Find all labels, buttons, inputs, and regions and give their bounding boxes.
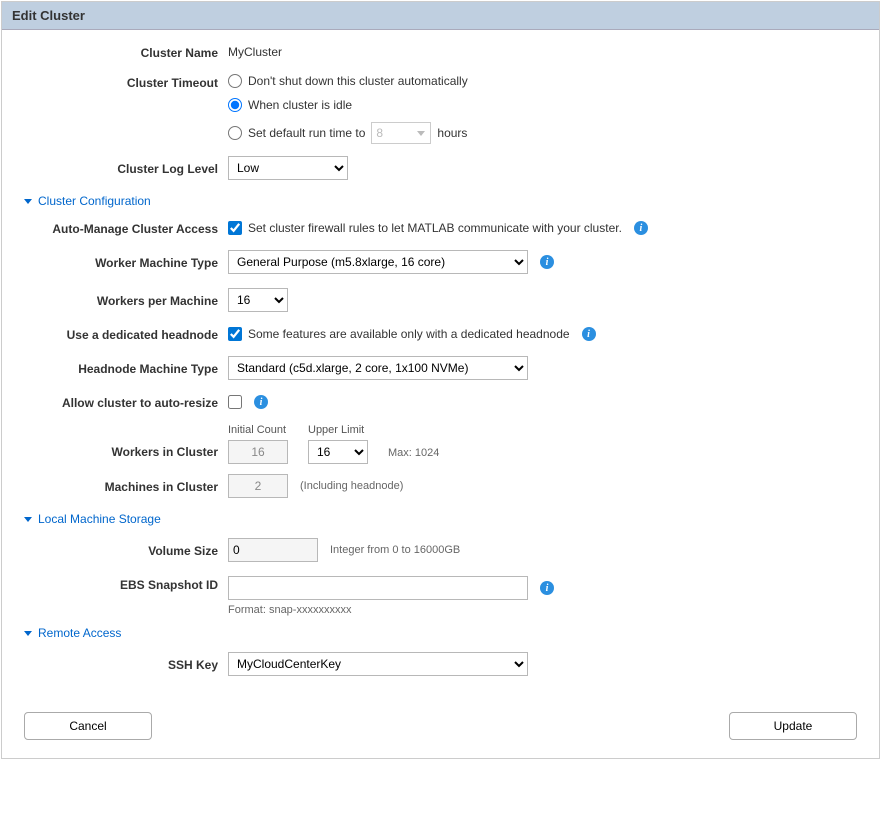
dialog-body: Cluster Name MyCluster Cluster Timeout D… — [2, 30, 879, 758]
worker-machine-type-select[interactable]: General Purpose (m5.8xlarge, 16 core) — [228, 250, 528, 274]
worker-machine-type-label: Worker Machine Type — [18, 254, 228, 270]
ebs-snapshot-label: EBS Snapshot ID — [18, 576, 228, 592]
headnode-machine-type-select[interactable]: Standard (c5d.xlarge, 2 core, 1x100 NVMe… — [228, 356, 528, 380]
chevron-down-icon — [24, 199, 32, 204]
dedicated-headnode-text: Some features are available only with a … — [248, 327, 570, 341]
ssh-key-label: SSH Key — [18, 656, 228, 672]
volume-size-label: Volume Size — [18, 542, 228, 558]
auto-manage-label: Auto-Manage Cluster Access — [18, 220, 228, 236]
info-icon[interactable]: i — [634, 221, 648, 235]
timeout-idle-radio[interactable] — [228, 98, 242, 112]
section-cluster-configuration[interactable]: Cluster Configuration — [24, 194, 863, 208]
chevron-down-icon — [24, 631, 32, 636]
auto-manage-checkbox[interactable] — [228, 221, 242, 235]
timeout-idle-label: When cluster is idle — [248, 98, 352, 112]
dialog-title: Edit Cluster — [2, 2, 879, 30]
timeout-no-shutdown-label: Don't shut down this cluster automatical… — [248, 74, 468, 88]
cluster-name-label: Cluster Name — [18, 44, 228, 60]
section-remote-access[interactable]: Remote Access — [24, 626, 863, 640]
info-icon[interactable]: i — [540, 581, 554, 595]
edit-cluster-dialog: Edit Cluster Cluster Name MyCluster Clus… — [1, 1, 880, 759]
headnode-machine-type-label: Headnode Machine Type — [18, 360, 228, 376]
section-local-storage[interactable]: Local Machine Storage — [24, 512, 863, 526]
cancel-button[interactable]: Cancel — [24, 712, 152, 740]
dedicated-headnode-label: Use a dedicated headnode — [18, 326, 228, 342]
volume-size-input[interactable] — [228, 538, 318, 562]
info-icon[interactable]: i — [540, 255, 554, 269]
auto-resize-checkbox[interactable] — [228, 395, 242, 409]
upper-limit-select[interactable]: 16 — [308, 440, 368, 464]
cluster-log-level-label: Cluster Log Level — [18, 160, 228, 176]
info-icon[interactable]: i — [254, 395, 268, 409]
auto-resize-label: Allow cluster to auto-resize — [18, 394, 228, 410]
volume-size-hint: Integer from 0 to 16000GB — [330, 544, 460, 556]
timeout-no-shutdown-radio[interactable] — [228, 74, 242, 88]
cluster-timeout-label: Cluster Timeout — [18, 74, 228, 90]
workers-per-machine-label: Workers per Machine — [18, 292, 228, 308]
machines-in-cluster-label: Machines in Cluster — [18, 478, 228, 494]
timeout-runtime-radio[interactable] — [228, 126, 242, 140]
workers-max-hint: Max: 1024 — [388, 447, 439, 459]
cluster-name-value: MyCluster — [228, 45, 863, 59]
update-button[interactable]: Update — [729, 712, 857, 740]
timeout-runtime-label-b: hours — [437, 126, 467, 140]
dedicated-headnode-checkbox[interactable] — [228, 327, 242, 341]
chevron-down-icon — [24, 517, 32, 522]
initial-count-label: Initial Count — [228, 424, 288, 436]
timeout-hours-input[interactable]: 8 — [371, 122, 431, 144]
info-icon[interactable]: i — [582, 327, 596, 341]
timeout-runtime-label-a: Set default run time to — [248, 126, 365, 140]
workers-in-cluster-label: Workers in Cluster — [18, 443, 228, 464]
machines-in-cluster-hint: (Including headnode) — [300, 480, 403, 492]
initial-count-input — [228, 440, 288, 464]
auto-manage-text: Set cluster firewall rules to let MATLAB… — [248, 221, 622, 235]
upper-limit-label: Upper Limit — [308, 424, 368, 436]
ebs-snapshot-input[interactable] — [228, 576, 528, 600]
ebs-snapshot-hint: Format: snap-xxxxxxxxxx — [228, 604, 863, 616]
workers-per-machine-select[interactable]: 16 — [228, 288, 288, 312]
cluster-log-level-select[interactable]: Low — [228, 156, 348, 180]
machines-in-cluster-input — [228, 474, 288, 498]
ssh-key-select[interactable]: MyCloudCenterKey — [228, 652, 528, 676]
